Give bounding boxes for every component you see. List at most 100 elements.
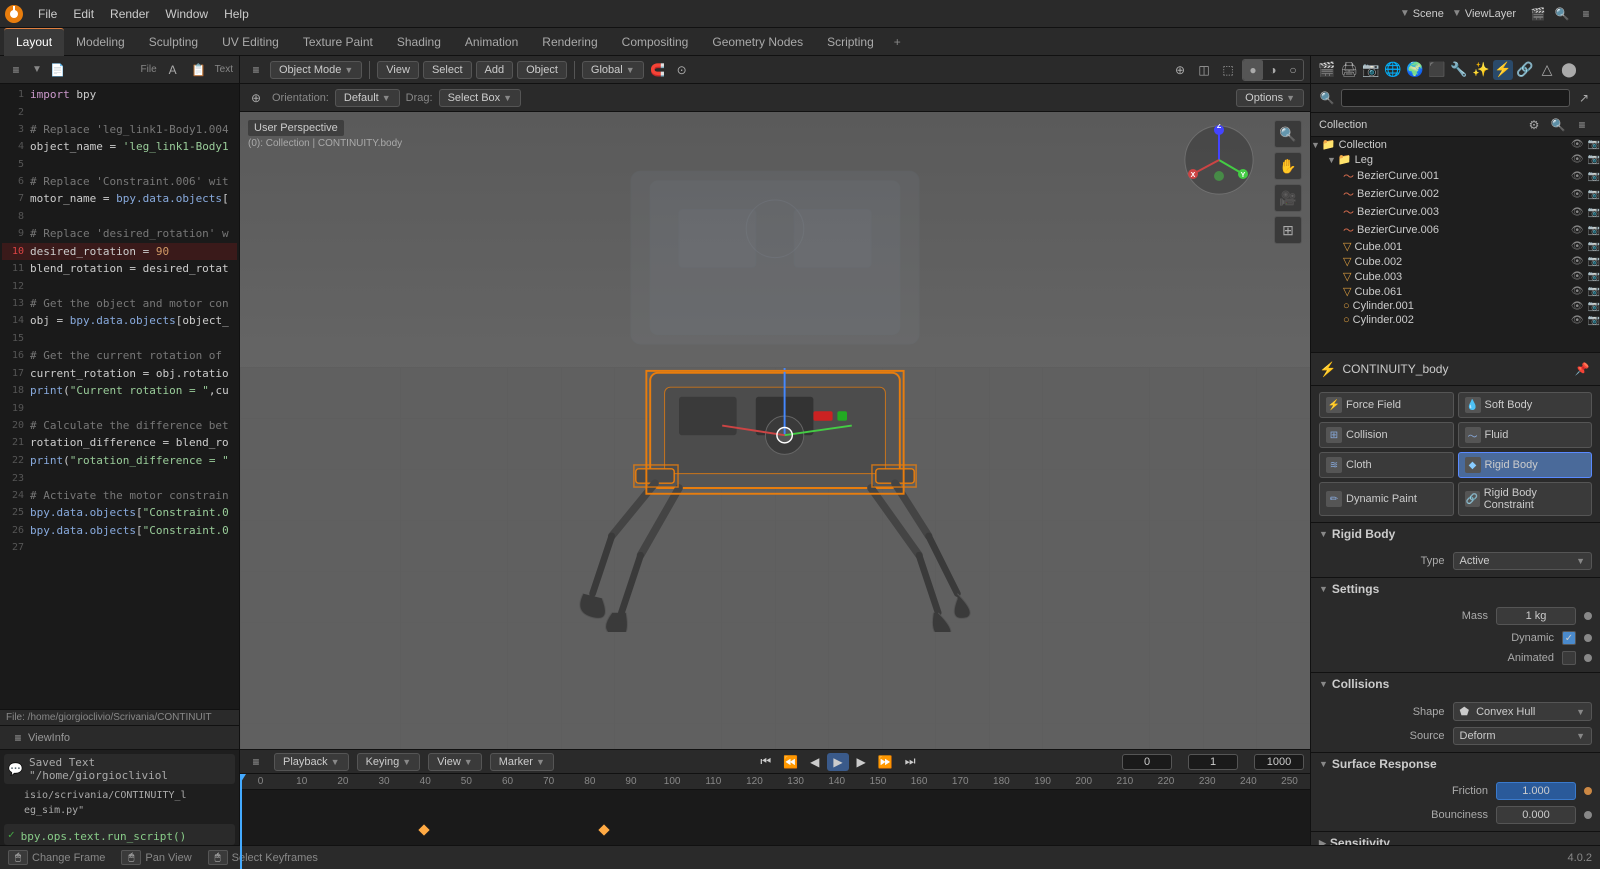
add-workspace-button[interactable]: + — [886, 33, 909, 51]
properties-search-input[interactable] — [1341, 89, 1570, 107]
constraints-props-icon[interactable]: 🔗 — [1515, 60, 1535, 80]
tab-modeling[interactable]: Modeling — [64, 28, 137, 56]
gizmo-btn[interactable]: ⊕ — [1170, 60, 1190, 80]
collisions-section-header[interactable]: ▼ Collisions — [1311, 672, 1600, 695]
view-menu[interactable]: View — [28, 732, 52, 744]
scene-props-icon[interactable]: 🌐 — [1383, 60, 1403, 80]
rigid-body-section-header[interactable]: ▼ Rigid Body — [1311, 522, 1600, 545]
tab-compositing[interactable]: Compositing — [610, 28, 701, 56]
keying-dropdown[interactable]: Keying ▼ — [357, 753, 421, 771]
dynamic-dot[interactable] — [1584, 634, 1592, 642]
next-frame-btn[interactable]: ⏩ — [874, 753, 897, 771]
type-dropdown[interactable]: Active ▼ — [1453, 552, 1593, 570]
collision-btn[interactable]: ⊞ Collision — [1319, 422, 1454, 448]
orientation-dropdown[interactable]: Default ▼ — [335, 89, 400, 107]
overlay-btn[interactable]: ◫ — [1194, 60, 1214, 80]
code-area[interactable]: 1 import bpy 2 3 # Replace 'leg_link1-Bo… — [0, 84, 239, 709]
editor-templates-btn[interactable]: 📋 — [189, 60, 209, 80]
outliner-item-leg[interactable]: ▼ 📁 Leg 👁 📷 — [1311, 152, 1600, 167]
friction-value[interactable]: 1.000 — [1496, 782, 1576, 800]
menu-render[interactable]: Render — [102, 5, 157, 23]
outliner-item-cube002[interactable]: ▽ Cube.002 👁 📷 — [1311, 254, 1600, 269]
material-shading-btn[interactable]: ◑ — [1263, 60, 1283, 80]
tab-scripting[interactable]: Scripting — [815, 28, 886, 56]
menu-file[interactable]: File — [30, 5, 65, 23]
object-props-icon[interactable]: ⬛ — [1427, 60, 1447, 80]
outliner-item-beziercurve003[interactable]: 〜 BezierCurve.003 👁 📷 — [1311, 203, 1600, 221]
view-layer-selector[interactable]: ▼ ViewLayer — [1452, 8, 1516, 20]
object-menu-btn[interactable]: Object — [517, 61, 567, 79]
outliner-item-collection[interactable]: ▼ 📁 Collection 👁 📷 — [1311, 137, 1600, 152]
view-menu-btn[interactable]: View — [377, 61, 419, 79]
material-props-icon[interactable]: ⬤ — [1559, 60, 1579, 80]
3d-viewport-scene[interactable]: User Perspective (0): Collection | CONTI… — [240, 112, 1310, 749]
soft-body-btn[interactable]: 💧 Soft Body — [1458, 392, 1593, 418]
outliner-filter-btn[interactable]: ≡ — [1572, 115, 1592, 135]
cloth-btn[interactable]: ≋ Cloth — [1319, 452, 1454, 478]
view-layer-props-icon[interactable]: 📷 — [1361, 60, 1381, 80]
marker-dropdown[interactable]: Marker ▼ — [490, 753, 554, 771]
search-icon[interactable]: 🔍 — [1317, 88, 1337, 108]
bounciness-value[interactable]: 0.000 — [1496, 806, 1576, 824]
filter-icon[interactable]: ≡ — [1576, 4, 1596, 24]
mass-value[interactable]: 1 kg — [1496, 607, 1576, 625]
next-keyframe-btn[interactable]: ▶ — [853, 753, 870, 771]
viewport-content[interactable]: User Perspective (0): Collection | CONTI… — [240, 112, 1310, 749]
animated-dot[interactable] — [1584, 654, 1592, 662]
add-menu-btn[interactable]: Add — [476, 61, 514, 79]
modifier-props-icon[interactable]: 🔧 — [1449, 60, 1469, 80]
output-props-icon[interactable]: 🖨 — [1339, 60, 1359, 80]
particles-props-icon[interactable]: ✨ — [1471, 60, 1491, 80]
world-props-icon[interactable]: 🌍 — [1405, 60, 1425, 80]
solid-shading-btn[interactable]: ● — [1243, 60, 1263, 80]
surface-response-section-header[interactable]: ▼ Surface Response — [1311, 752, 1600, 775]
mass-dot[interactable] — [1584, 612, 1592, 620]
tab-rendering[interactable]: Rendering — [530, 28, 609, 56]
menu-help[interactable]: Help — [216, 5, 257, 23]
end-frame-input[interactable] — [1254, 754, 1304, 770]
info-menu-label[interactable]: Info — [52, 732, 70, 744]
tab-texture-paint[interactable]: Texture Paint — [291, 28, 385, 56]
current-frame-input[interactable] — [1122, 754, 1172, 770]
navigation-gizmo[interactable]: Z Y X — [1183, 124, 1255, 196]
options-btn[interactable]: Options ▼ — [1236, 89, 1304, 107]
select-box-dropdown[interactable]: Select Box ▼ — [439, 89, 522, 107]
transform-orientation[interactable]: Global ▼ — [582, 61, 644, 79]
prev-keyframe-btn[interactable]: ◀ — [806, 753, 823, 771]
xray-btn[interactable]: ⬚ — [1218, 60, 1238, 80]
outliner-item-cylinder001[interactable]: ○ Cylinder.001 👁 📷 — [1311, 299, 1600, 313]
tab-sculpting[interactable]: Sculpting — [137, 28, 210, 56]
tab-geometry-nodes[interactable]: Geometry Nodes — [700, 28, 815, 56]
viewport-menu-btn[interactable]: ≡ — [246, 60, 266, 80]
outliner-item-cube061[interactable]: ▽ Cube.061 👁 📷 — [1311, 284, 1600, 299]
camera-tool[interactable]: ⊞ — [1274, 216, 1302, 244]
render-props-icon[interactable]: 🎬 — [1317, 60, 1337, 80]
timeline-menu-btn[interactable]: ≡ — [246, 752, 266, 772]
settings-section-header[interactable]: ▼ Settings — [1311, 577, 1600, 600]
friction-dot[interactable] — [1584, 787, 1592, 795]
start-frame-input[interactable] — [1188, 754, 1238, 770]
dynamic-checkbox[interactable]: ✓ — [1562, 631, 1576, 645]
pan-tool[interactable]: ✋ — [1274, 152, 1302, 180]
scene-selector[interactable]: ▼ Scene — [1400, 8, 1444, 20]
outliner-item-beziercurve002[interactable]: 〜 BezierCurve.002 👁 📷 — [1311, 185, 1600, 203]
jump-start-btn[interactable]: ⏮ — [756, 752, 775, 771]
zoom-in-tool[interactable]: 🔍 — [1274, 120, 1302, 148]
shape-dropdown[interactable]: ⬟ Convex Hull ▼ — [1453, 702, 1593, 721]
play-btn[interactable]: ▶ — [827, 753, 848, 771]
outliner-item-cube003[interactable]: ▽ Cube.003 👁 📷 — [1311, 269, 1600, 284]
search-icon[interactable]: 🔍 — [1552, 4, 1572, 24]
animated-checkbox[interactable] — [1562, 651, 1576, 665]
dynamic-paint-btn[interactable]: ✏ Dynamic Paint — [1319, 482, 1454, 516]
bounciness-dot[interactable] — [1584, 811, 1592, 819]
orbit-tool[interactable]: 🎥 — [1274, 184, 1302, 212]
source-dropdown[interactable]: Deform ▼ — [1453, 727, 1593, 745]
object-mode-dropdown[interactable]: Object Mode ▼ — [270, 61, 362, 79]
editor-new-btn[interactable]: 📄 — [48, 60, 68, 80]
outliner-item-beziercurve001[interactable]: 〜 BezierCurve.001 👁 📷 — [1311, 167, 1600, 185]
tab-shading[interactable]: Shading — [385, 28, 453, 56]
tab-uv-editing[interactable]: UV Editing — [210, 28, 291, 56]
rendered-shading-btn[interactable]: ○ — [1283, 60, 1303, 80]
force-field-btn[interactable]: ⚡ Force Field — [1319, 392, 1454, 418]
select-menu-btn[interactable]: Select — [423, 61, 472, 79]
